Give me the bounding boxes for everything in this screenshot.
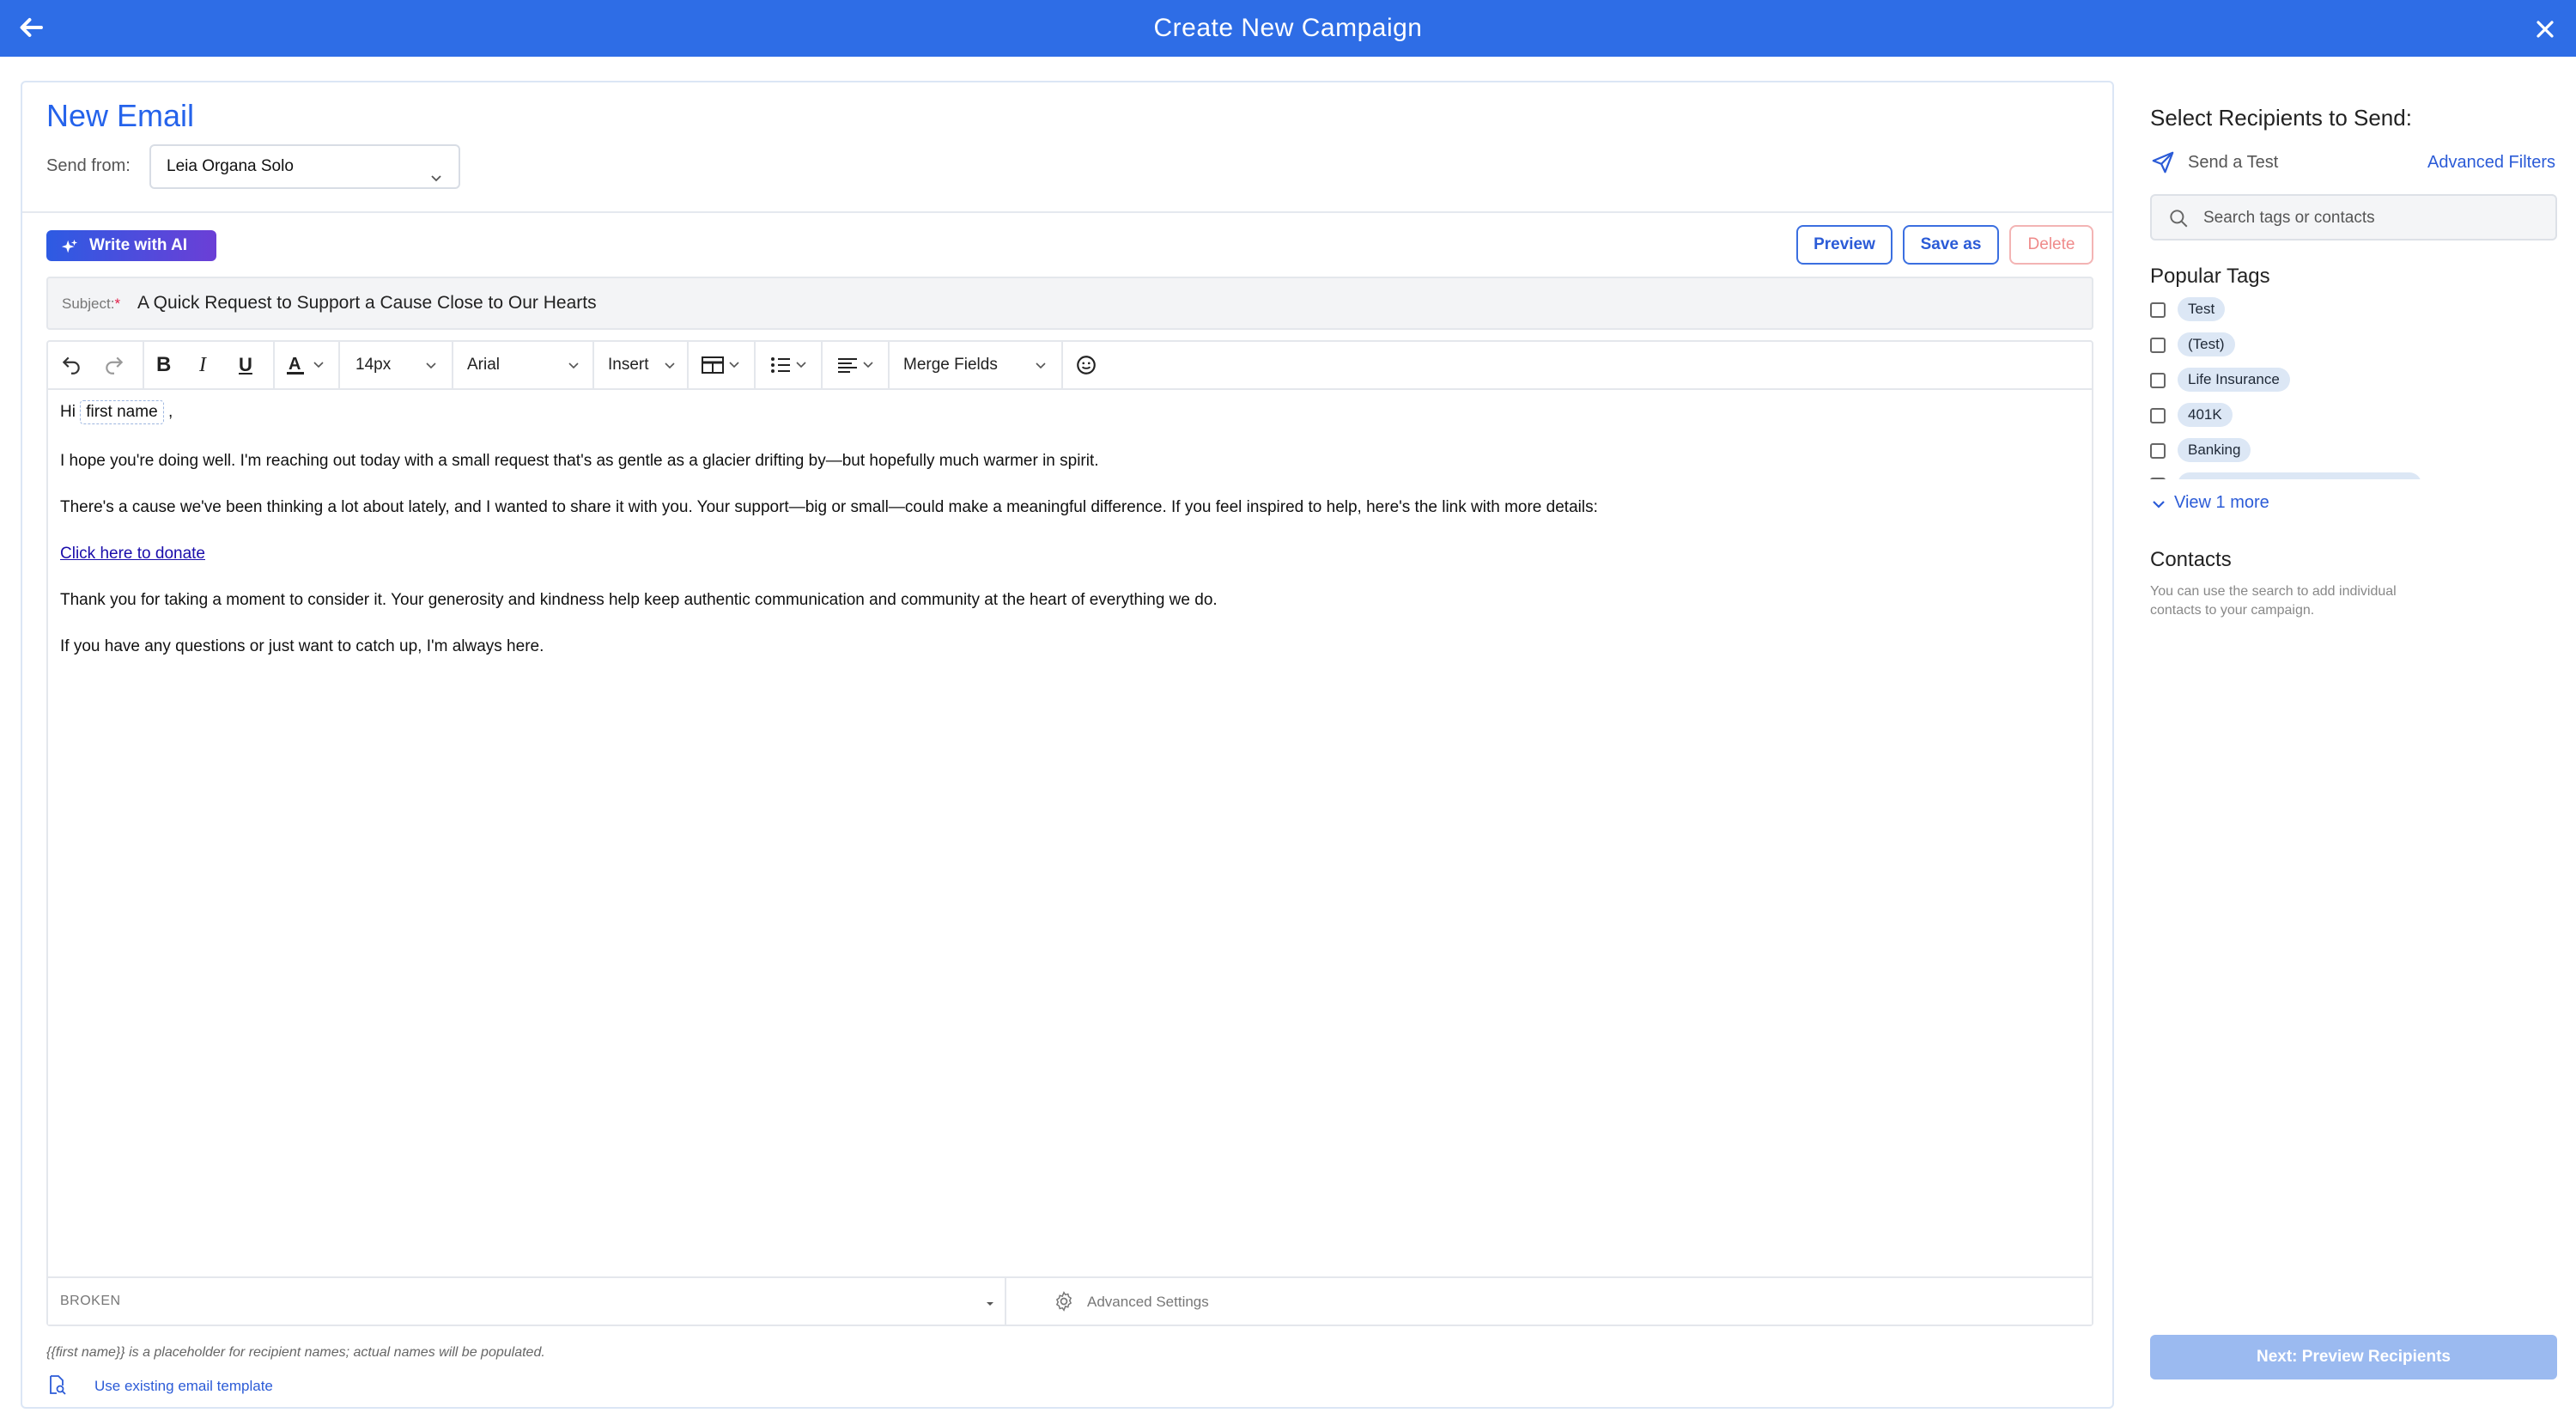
greeting-line: Hi first name , bbox=[60, 400, 173, 424]
preview-button[interactable]: Preview bbox=[1796, 225, 1893, 265]
body-paragraph: I hope you're doing well. I'm reaching o… bbox=[60, 452, 1099, 470]
list-icon[interactable] bbox=[769, 342, 812, 388]
editor-toolbar: B I U A 14px Arial Insert Merge Fields bbox=[48, 342, 2092, 390]
redo-icon[interactable] bbox=[103, 342, 125, 388]
send-from-label: Send from: bbox=[46, 156, 131, 175]
chevron-down-icon bbox=[567, 342, 580, 388]
emoji-icon[interactable] bbox=[1075, 342, 1097, 388]
toolbar-separator bbox=[754, 342, 756, 388]
template-search-icon bbox=[46, 1374, 67, 1395]
composer-heading: New Email bbox=[46, 98, 195, 133]
toolbar-separator bbox=[592, 342, 594, 388]
toolbar-separator bbox=[888, 342, 890, 388]
toolbar-separator bbox=[273, 342, 275, 388]
write-with-ai-button[interactable]: Write with AI bbox=[46, 230, 216, 261]
subject-field[interactable]: Subject:* A Quick Request to Support a C… bbox=[46, 277, 2093, 330]
chevron-down-icon bbox=[2150, 496, 2167, 512]
font-family-select[interactable]: Arial bbox=[467, 342, 500, 388]
save-as-button[interactable]: Save as bbox=[1903, 225, 1999, 265]
donate-link[interactable]: Click here to donate bbox=[60, 545, 205, 563]
italic-icon[interactable]: I bbox=[199, 342, 206, 388]
view-more-label: View 1 more bbox=[2174, 493, 2269, 512]
underline-icon[interactable]: U bbox=[239, 342, 252, 388]
tag-pill: Life Insurance bbox=[2178, 368, 2290, 392]
text-color-icon[interactable]: A bbox=[287, 342, 330, 388]
align-icon[interactable] bbox=[836, 342, 879, 388]
toolbar-separator bbox=[143, 342, 144, 388]
body-paragraph: There's a cause we've been thinking a lo… bbox=[60, 498, 1598, 516]
tag-pill: Banking bbox=[2178, 438, 2251, 462]
footer-separator bbox=[1005, 1278, 1006, 1325]
email-composer-panel: New Email Send from: Leia Organa Solo Wr… bbox=[21, 81, 2114, 1409]
chevron-down-icon bbox=[663, 342, 677, 388]
tag-checkbox[interactable] bbox=[2150, 373, 2166, 388]
divider bbox=[22, 211, 2112, 213]
email-editor[interactable]: B I U A 14px Arial Insert Merge Fields H… bbox=[46, 340, 2093, 1326]
page-title: Create New Campaign bbox=[1153, 14, 1423, 42]
close-icon[interactable] bbox=[2531, 15, 2559, 43]
send-from-select[interactable]: Leia Organa Solo bbox=[149, 144, 460, 189]
advanced-filters-link[interactable]: Advanced Filters bbox=[2427, 153, 2555, 173]
toolbar-separator bbox=[1061, 342, 1063, 388]
tag-pill: Test bbox=[2178, 297, 2226, 321]
send-test-label: Send a Test bbox=[2188, 153, 2279, 172]
tag-pill-partial bbox=[2178, 472, 2421, 479]
chevron-down-icon bbox=[429, 160, 443, 182]
undo-icon[interactable] bbox=[60, 342, 82, 388]
search-icon bbox=[2167, 207, 2190, 229]
editor-footer: BROKEN Advanced Settings bbox=[48, 1276, 2092, 1325]
next-preview-recipients-button[interactable]: Next: Preview Recipients bbox=[2150, 1335, 2557, 1379]
tag-checkbox[interactable] bbox=[2150, 338, 2166, 353]
bold-icon[interactable]: B bbox=[156, 342, 171, 388]
merge-tag-first-name[interactable]: first name bbox=[80, 400, 164, 424]
toolbar-separator bbox=[687, 342, 689, 388]
popular-tags-list: Test (Test) Life Insurance 401K Banking bbox=[2150, 297, 2557, 479]
top-bar: Create New Campaign bbox=[0, 0, 2576, 57]
tag-checkbox[interactable] bbox=[2150, 443, 2166, 459]
send-from-value: Leia Organa Solo bbox=[167, 157, 294, 175]
font-size-select[interactable]: 14px bbox=[355, 342, 391, 388]
tag-pill: 401K bbox=[2178, 403, 2233, 427]
popular-tags-title: Popular Tags bbox=[2150, 265, 2270, 288]
delete-button[interactable]: Delete bbox=[2009, 225, 2093, 265]
subject-label: Subject:* bbox=[62, 295, 121, 312]
contacts-title: Contacts bbox=[2150, 548, 2232, 571]
use-template-label: Use existing email template bbox=[94, 1378, 273, 1394]
subject-value: A Quick Request to Support a Cause Close… bbox=[137, 293, 597, 313]
paper-plane-icon bbox=[2150, 149, 2176, 175]
status-select[interactable]: BROKEN bbox=[60, 1294, 121, 1309]
chevron-down-icon bbox=[424, 342, 438, 388]
body-paragraph: If you have any questions or just want t… bbox=[60, 637, 544, 655]
tag-checkbox[interactable] bbox=[2150, 478, 2166, 479]
toolbar-separator bbox=[452, 342, 453, 388]
recipient-search-input[interactable]: Search tags or contacts bbox=[2150, 194, 2557, 241]
contacts-description: You can use the search to add individual… bbox=[2150, 584, 2397, 618]
body-paragraph: Thank you for taking a moment to conside… bbox=[60, 591, 1218, 609]
search-placeholder: Search tags or contacts bbox=[2203, 209, 2375, 227]
advanced-settings-link[interactable]: Advanced Settings bbox=[1087, 1294, 1209, 1311]
chevron-down-icon bbox=[1034, 342, 1048, 388]
tag-pill: (Test) bbox=[2178, 332, 2235, 356]
caret-down-icon bbox=[984, 1297, 996, 1306]
recipients-title: Select Recipients to Send: bbox=[2150, 105, 2412, 131]
recipients-panel: Select Recipients to Send: Send a Test A… bbox=[2148, 81, 2557, 1409]
tag-checkbox[interactable] bbox=[2150, 302, 2166, 318]
gear-icon[interactable] bbox=[1053, 1290, 1075, 1312]
sparkle-icon bbox=[60, 237, 79, 256]
placeholder-note: {{first name}} is a placeholder for reci… bbox=[46, 1345, 545, 1360]
merge-fields-menu[interactable]: Merge Fields bbox=[903, 342, 998, 388]
write-with-ai-label: Write with AI bbox=[89, 236, 187, 254]
required-asterisk: * bbox=[114, 295, 121, 312]
tag-checkbox[interactable] bbox=[2150, 408, 2166, 423]
table-icon[interactable] bbox=[701, 342, 744, 388]
insert-menu[interactable]: Insert bbox=[608, 342, 649, 388]
toolbar-separator bbox=[338, 342, 340, 388]
toolbar-separator bbox=[821, 342, 823, 388]
svg-text:A: A bbox=[289, 355, 301, 374]
